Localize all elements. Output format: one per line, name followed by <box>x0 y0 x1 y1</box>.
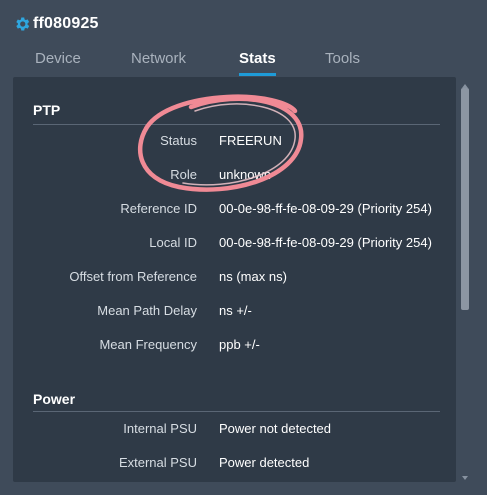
offset-label: Offset from Reference <box>69 269 197 284</box>
tab-stats-label: Stats <box>239 50 276 67</box>
role-label: Role <box>170 167 197 182</box>
tab-bar: Device Network Stats Tools <box>0 50 487 80</box>
mean-frequency-value: ppb +/- <box>219 337 260 352</box>
external-psu-value: Power detected <box>219 455 310 470</box>
scroll-thumb[interactable] <box>461 88 469 310</box>
external-psu-label: External PSU <box>118 455 197 470</box>
reference-id-value: 00-0e-98-ff-fe-08-09-29 (Priority 254) <box>219 201 432 216</box>
internal-psu-label: Internal PSU <box>123 421 197 436</box>
mean-path-delay-label: Mean Path Delay <box>97 303 197 318</box>
internal-psu-value: Power not detected <box>219 421 332 436</box>
power-section-title: Power <box>33 391 76 407</box>
ptp-section-title: PTP <box>33 102 61 118</box>
scroll-down-arrow-icon[interactable] <box>462 476 468 480</box>
offset-value: ns (max ns) <box>219 269 287 284</box>
tab-device[interactable]: Device <box>35 50 81 67</box>
title-row: ff080925 <box>13 15 99 33</box>
active-tab-indicator <box>239 73 276 76</box>
mean-frequency-label: Mean Frequency <box>99 337 197 352</box>
device-title: ff080925 <box>33 15 99 32</box>
tab-tools[interactable]: Tools <box>325 50 360 67</box>
app-header: ff080925 Device Network Stats Tools <box>0 0 487 80</box>
tab-network[interactable]: Network <box>131 50 186 67</box>
power-divider <box>33 411 440 412</box>
ptp-divider <box>33 124 440 125</box>
stats-panel: PTP Status FREERUN Role unknown Referenc… <box>13 77 456 482</box>
tab-stats[interactable]: Stats <box>239 50 276 76</box>
status-label: Status <box>160 133 197 148</box>
reference-id-label: Reference ID <box>120 201 197 216</box>
status-value: FREERUN <box>219 133 282 148</box>
vertical-scrollbar[interactable] <box>459 80 473 482</box>
mean-path-delay-value: ns +/- <box>219 303 252 318</box>
gear-icon[interactable] <box>13 15 31 33</box>
local-id-label: Local ID <box>149 235 197 250</box>
role-value: unknown <box>219 167 272 182</box>
local-id-value: 00-0e-98-ff-fe-08-09-29 (Priority 254) <box>219 235 432 250</box>
